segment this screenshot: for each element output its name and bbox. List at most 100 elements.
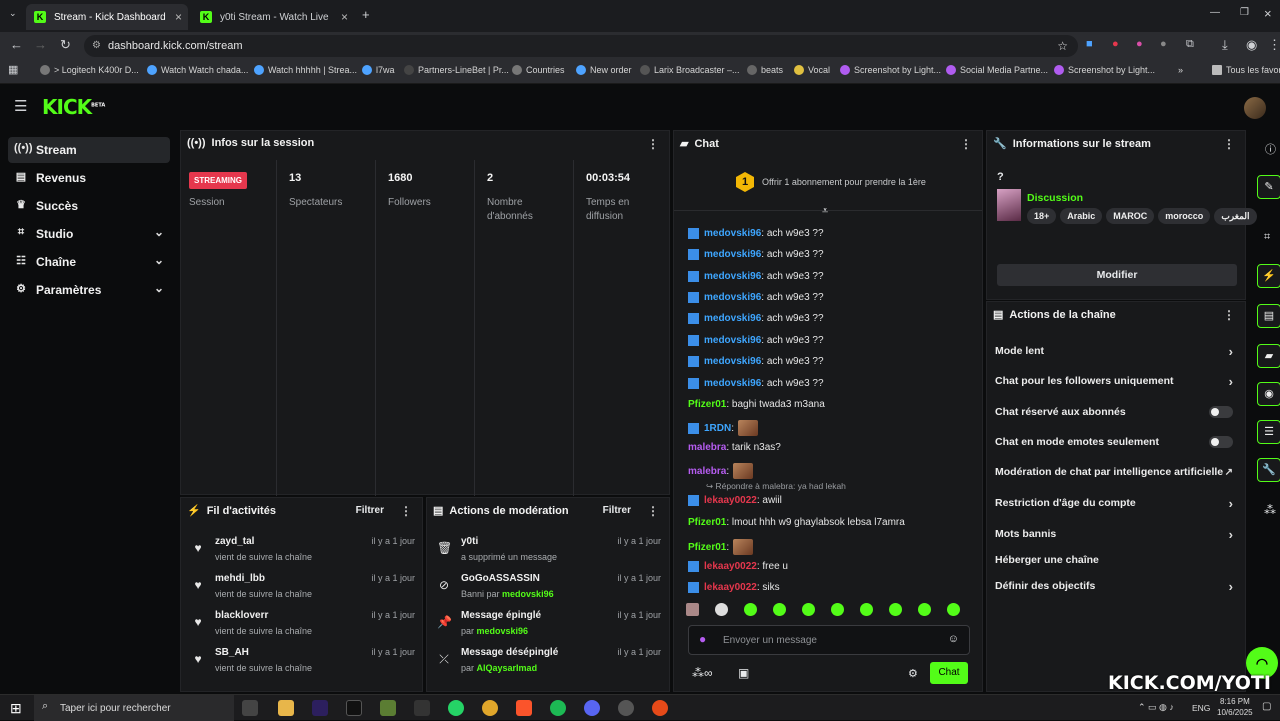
chat-message[interactable]: medovski96: ach w9e3 ?? — [688, 249, 824, 260]
chat-message[interactable]: medovski96: ach w9e3 ?? — [688, 335, 824, 346]
bookmark-item[interactable]: l7wa — [362, 65, 395, 75]
subscribers-only-toggle[interactable] — [1209, 406, 1233, 418]
profile-icon[interactable]: ◉ — [1246, 37, 1257, 53]
broadcast-rail-icon[interactable]: ◉ — [1257, 382, 1280, 406]
chat-message[interactable]: Pfizer01: baghi twada3 m3ana — [688, 399, 825, 410]
sidebar-item-revenus[interactable]: ▤ Revenus — [8, 165, 170, 191]
site-info-icon[interactable]: ⚙ — [92, 35, 101, 57]
bookmarks-overflow-icon[interactable]: » — [1178, 65, 1183, 75]
sidebar-item-chaine[interactable]: ☷ Chaîne ⌄ — [8, 249, 170, 275]
more-menu-icon[interactable]: ⋮ — [1223, 308, 1235, 322]
url-field[interactable]: ⚙ dashboard.kick.com/stream ☆ — [84, 35, 1078, 57]
action-banned-words[interactable]: Mots bannis › — [995, 521, 1241, 547]
language-indicator[interactable]: ENG — [1192, 703, 1210, 713]
list-item[interactable]: ⊘ GoGoASSASSIN Banni par medovski96 il y… — [437, 571, 661, 605]
emote-icon[interactable] — [831, 603, 844, 616]
emote-icon[interactable] — [744, 603, 757, 616]
emotes-only-toggle[interactable] — [1209, 436, 1233, 448]
mod-action-target[interactable]: AlQaysarImad — [477, 663, 538, 673]
bookmark-item[interactable]: Screenshot by Light... — [1054, 65, 1155, 75]
bookmark-item[interactable]: Watch Watch chada... — [147, 65, 248, 75]
focus-icon[interactable]: ⌗ — [1264, 231, 1270, 244]
emote-icon[interactable] — [773, 603, 786, 616]
list-item[interactable]: 📌 Message épinglé par medovski96 il y a … — [437, 608, 661, 642]
mod-action-target[interactable]: medovski96 — [477, 626, 529, 636]
chat-username[interactable]: lekaay0022 — [704, 495, 757, 506]
emote-icon[interactable] — [918, 603, 931, 616]
points-icon[interactable]: ⁂∞ — [692, 666, 713, 680]
edit-stream-button[interactable]: Modifier — [997, 264, 1237, 286]
chrome-icon[interactable] — [482, 700, 498, 716]
category-link[interactable]: Discussion — [1027, 192, 1083, 204]
clock-date[interactable]: 10/6/2025 — [1217, 708, 1253, 717]
info-icon[interactable]: ⓘ — [1265, 141, 1276, 157]
microphone-icon[interactable]: ● — [699, 632, 706, 646]
back-icon[interactable]: ← — [10, 37, 23, 52]
chat-message[interactable]: malebra: — [688, 463, 754, 479]
list-item[interactable]: ♥ blackloverr vient de suivre la chaîne … — [191, 608, 415, 642]
chat-input[interactable]: ● Envoyer un message ☺ — [688, 625, 970, 655]
chat-username[interactable]: malebra — [688, 442, 726, 453]
close-icon[interactable]: × — [341, 10, 348, 24]
list-rail-icon[interactable]: ☰ — [1257, 420, 1280, 444]
new-tab-icon[interactable]: + — [362, 7, 370, 22]
chat-message[interactable]: 1RDN: — [688, 420, 759, 436]
kick-logo[interactable]: KICKBETA — [42, 95, 105, 119]
tab-y0ti-stream[interactable]: K y0ti Stream - Watch Live on Kick × — [192, 4, 354, 30]
reload-icon[interactable]: ↻ — [60, 37, 71, 53]
extension-icon[interactable]: ● — [1160, 38, 1167, 50]
emote-icon[interactable] — [889, 603, 902, 616]
chat-message[interactable]: Pfizer01: — [688, 539, 754, 555]
action-ai-moderation[interactable]: Modération de chat par intelligence arti… — [995, 459, 1241, 485]
extension-icon[interactable]: ■ — [1086, 38, 1093, 50]
chat-message[interactable]: Pfizer01: lmout hhh w9 ghaylabsok lebsa … — [688, 517, 905, 528]
chat-message[interactable]: medovski96: ach w9e3 ?? — [688, 271, 824, 282]
action-set-goals[interactable]: Définir des objectifs › — [995, 573, 1241, 599]
emote-icon[interactable] — [802, 603, 815, 616]
browser-menu-icon[interactable]: ⋮ — [1268, 37, 1280, 53]
pinned-collapse-icon[interactable]: ⩡ — [822, 205, 828, 218]
chat-username[interactable]: Pfizer01 — [688, 542, 726, 553]
chat-message[interactable]: medovski96: ach w9e3 ?? — [688, 228, 824, 239]
chat-username[interactable]: medovski96 — [704, 356, 761, 367]
sidebar-item-succes[interactable]: ♛ Succès — [8, 193, 170, 219]
taskbar-search[interactable]: ⌕ Taper ici pour rechercher — [34, 695, 234, 721]
chat-settings-icon[interactable]: ⚙ — [908, 667, 918, 680]
list-item[interactable]: ⤫ Message désépinglé par AlQaysarImad il… — [437, 645, 661, 679]
tab-list-icon[interactable]: ⌄ — [9, 8, 17, 19]
chat-username[interactable]: malebra — [688, 466, 726, 477]
bookmark-item[interactable]: Screenshot by Light... — [840, 65, 941, 75]
tray-icons[interactable]: ⌃ ▭ ◍ ♪ — [1138, 702, 1174, 713]
sidebar-item-parametres[interactable]: ⚙ Paramètres ⌄ — [8, 277, 170, 303]
more-menu-icon[interactable]: ⋮ — [960, 137, 972, 151]
wrench-rail-icon[interactable]: 🔧 — [1257, 458, 1280, 482]
brave-icon[interactable] — [516, 700, 532, 716]
list-item[interactable]: ♥ SB_AH vient de suivre la chaîne il y a… — [191, 645, 415, 679]
list-item[interactable]: ♥ mehdi_lbb vient de suivre la chaîne il… — [191, 571, 415, 605]
emote-icon[interactable] — [686, 603, 699, 616]
more-menu-icon[interactable]: ⋮ — [1223, 137, 1235, 151]
gift-sub-banner[interactable]: 1 Offrir 1 abonnement pour prendre la 1è… — [674, 161, 982, 211]
action-slow-mode[interactable]: Mode lent › — [995, 338, 1241, 364]
bookmark-star-icon[interactable]: ☆ — [1057, 35, 1068, 57]
window-close-icon[interactable]: × — [1264, 6, 1272, 21]
list-item[interactable]: 🗑 y0ti a supprimé un message il y a 1 jo… — [437, 534, 661, 568]
chat-rail-icon[interactable]: ▰ — [1257, 344, 1280, 368]
obs-icon[interactable] — [618, 700, 634, 716]
task-view-icon[interactable] — [242, 700, 258, 716]
action-followers-only[interactable]: Chat pour les followers uniquement › — [995, 368, 1241, 394]
filter-button[interactable]: Filtrer — [356, 505, 384, 516]
chat-username[interactable]: medovski96 — [704, 271, 761, 282]
send-chat-button[interactable]: Chat — [930, 662, 968, 684]
emote-icon[interactable] — [860, 603, 873, 616]
discord-icon[interactable] — [584, 700, 600, 716]
notifications-icon[interactable]: ▢ — [1262, 701, 1271, 712]
bookmark-item[interactable]: Vocal — [794, 65, 830, 75]
chat-username[interactable]: lekaay0022 — [704, 561, 757, 572]
microphone-app-icon[interactable] — [652, 700, 668, 716]
tab-kick-dashboard[interactable]: K Stream - Kick Dashboard × — [26, 4, 188, 30]
emote-icon[interactable] — [715, 603, 728, 616]
shop-icon[interactable]: ▣ — [738, 666, 749, 680]
hamburger-menu-icon[interactable]: ☰ — [14, 97, 27, 115]
clock-time[interactable]: 8:16 PM — [1220, 697, 1250, 706]
